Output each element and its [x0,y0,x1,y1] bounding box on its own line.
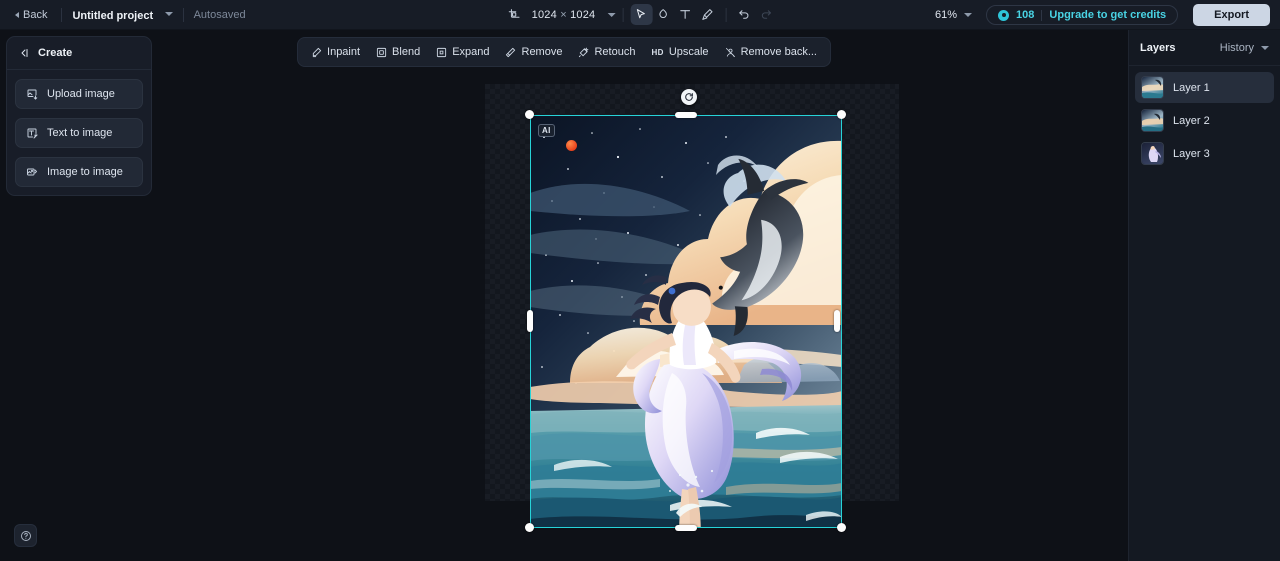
divider [725,7,727,22]
chevron-down-icon [1261,46,1269,50]
divider [182,7,184,22]
eraser-tool[interactable] [652,4,674,25]
upgrade-link[interactable]: Upgrade to get credits [1049,9,1166,21]
help-button[interactable] [14,524,37,547]
image-to-image-button[interactable]: Image to image [15,157,143,187]
ai-badge: AI [538,124,555,137]
hd-badge: HD [651,47,664,57]
redo-button [755,4,777,25]
blend-button[interactable]: Blend [369,42,427,62]
project-name-dropdown[interactable]: Untitled project [72,6,173,24]
retouch-label: Retouch [594,46,636,58]
image-to-image-label: Image to image [47,166,123,178]
remove-background-label: Remove back... [740,46,817,58]
export-button[interactable]: Export [1193,4,1270,26]
back-button[interactable]: Back [11,6,51,24]
text-to-image-button[interactable]: Text to image [15,118,143,148]
layer-thumbnail [1141,109,1164,132]
image-to-image-icon [27,168,37,176]
autosaved-status: Autosaved [193,8,246,21]
text-to-image-icon [27,128,38,139]
ai-tools-toolbar: Inpaint Blend Expand Remove Retouch HD U… [297,37,831,67]
crop-resize-icon[interactable] [503,4,525,25]
credits-count: 108 [1016,9,1035,21]
zoom-level-value[interactable]: 61% [935,9,957,21]
resize-handle-middle-left[interactable] [527,310,533,332]
upscale-label: Upscale [668,46,709,58]
artwork-image[interactable]: AI [530,115,842,528]
layer-label: Layer 1 [1173,81,1210,94]
text-tool[interactable] [674,4,696,25]
expand-label: Expand [452,46,490,58]
create-panel-list: Upload image Text to image Image to imag… [7,70,151,187]
remove-label: Remove [521,46,563,58]
canvas-dimensions[interactable]: 1024 × 1024 [532,9,596,21]
undo-button[interactable] [733,4,755,25]
inpaint-label: Inpaint [327,46,361,58]
canvas-width-value: 1024 [531,8,557,21]
chevron-down-icon [164,12,173,17]
layer-thumbnail [1141,142,1164,165]
coin-icon [998,9,1010,21]
history-dropdown[interactable]: History [1220,42,1269,54]
layer-thumbnail [1141,76,1164,99]
top-bar-center-tools: 1024 × 1024 [503,0,778,30]
create-panel-header[interactable]: Create [7,37,151,70]
top-bar-left: Back Untitled project Autosaved [0,6,246,24]
upscale-button[interactable]: HD Upscale [644,42,715,62]
chevron-down-icon[interactable] [964,13,973,17]
create-panel-title: Create [38,47,73,59]
history-label: History [1219,42,1254,54]
sun-marker-icon [566,140,577,151]
resize-handle-top-center[interactable] [675,112,697,118]
upload-image-icon [27,89,38,100]
brush-tool[interactable] [696,4,718,25]
upload-image-button[interactable]: Upload image [15,79,143,109]
rotate-handle[interactable] [681,89,697,105]
credits-badge[interactable]: 108 Upgrade to get credits [986,5,1179,25]
resize-handle-bottom-center[interactable] [675,525,697,531]
resize-handle-top-left[interactable] [525,110,534,119]
layer-label: Layer 2 [1173,114,1210,127]
back-button-label: Back [23,8,48,21]
remove-button[interactable]: Remove [499,42,570,62]
expand-button[interactable]: Expand [429,42,496,62]
canvas-area[interactable]: Inpaint Blend Expand Remove Retouch HD U… [0,30,1128,561]
divider [1041,9,1043,21]
layer-row[interactable]: Layer 1 [1135,72,1274,103]
layers-panel-header: Layers History [1129,30,1280,66]
layers-list: Layer 1 Layer 2 Layer 3 [1129,66,1280,169]
upload-image-label: Upload image [47,88,115,100]
select-tool[interactable] [630,4,653,25]
top-bar-right: 61% 108 Upgrade to get credits Export [935,0,1270,30]
text-to-image-label: Text to image [47,127,113,139]
inpaint-button[interactable]: Inpaint [304,42,367,62]
top-bar: Back Untitled project Autosaved 1024 × 1… [0,0,1280,30]
layer-label: Layer 3 [1173,147,1210,160]
layer-row[interactable]: Layer 3 [1135,138,1274,169]
resize-handle-top-right[interactable] [837,110,846,119]
canvas-height-value: 1024 [570,8,596,21]
resize-handle-bottom-right[interactable] [837,523,846,532]
chevron-down-icon[interactable] [607,12,616,17]
app-root: Back Untitled project Autosaved 1024 × 1… [0,0,1280,561]
layers-panel: Layers History Layer 1 Layer 2 Layer 3 [1128,30,1280,561]
layers-panel-title: Layers [1140,42,1176,54]
divider [61,7,63,22]
divider [622,7,624,22]
create-panel: Create Upload image Text to image Image … [6,36,152,196]
project-name-label: Untitled project [72,9,154,22]
resize-handle-bottom-left[interactable] [525,523,534,532]
layer-row[interactable]: Layer 2 [1135,105,1274,136]
dimension-separator: × [560,8,567,21]
resize-handle-middle-right[interactable] [834,310,840,332]
collapse-panel-icon [21,49,28,57]
chevron-left-icon [15,11,19,18]
retouch-button[interactable]: Retouch [571,42,642,62]
blend-label: Blend [392,46,421,58]
remove-background-button[interactable]: Remove back... [718,42,824,62]
